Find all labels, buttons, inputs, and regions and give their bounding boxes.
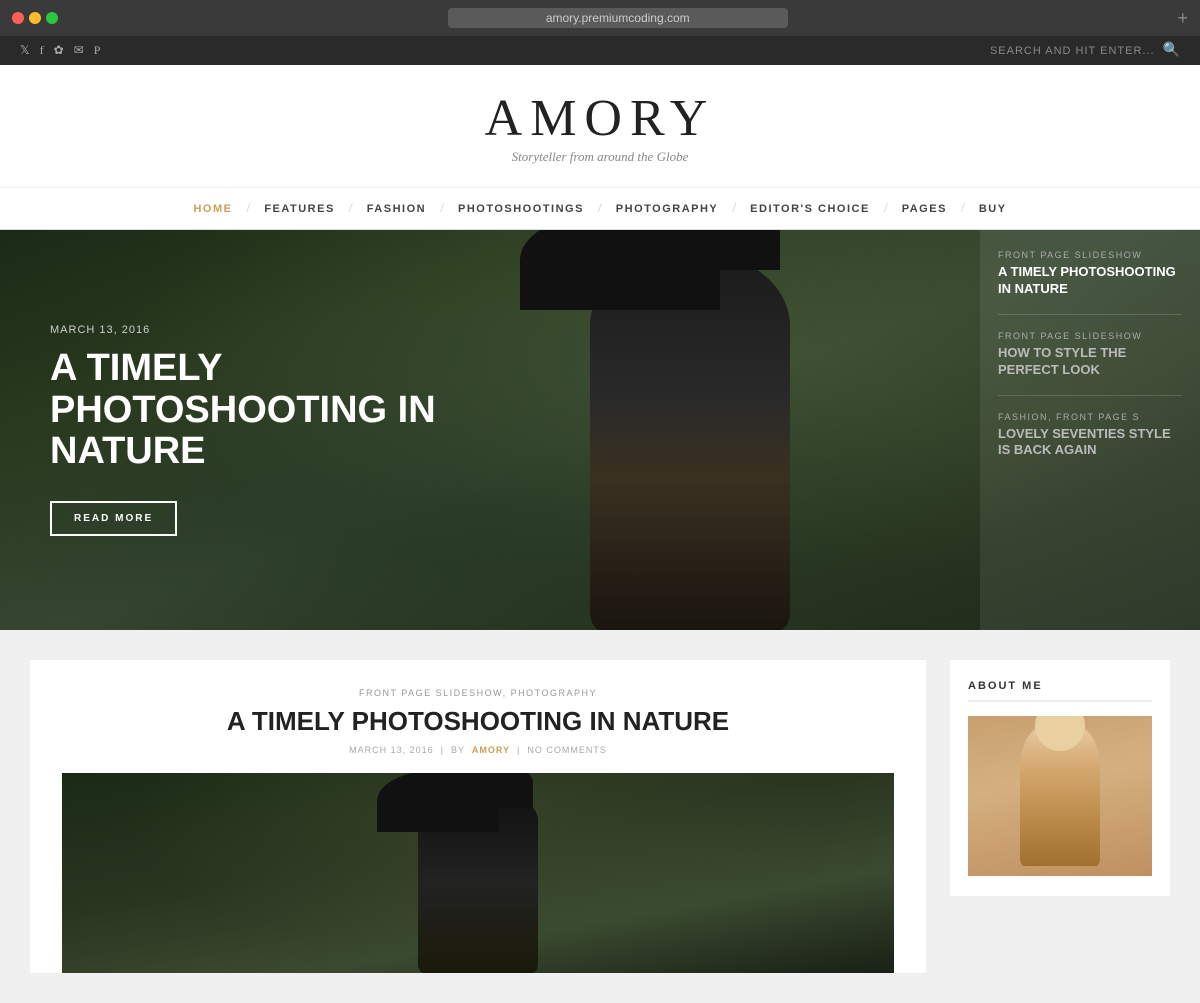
content-area: FRONT PAGE SLIDESHOW, PHOTOGRAPHY A TIME…	[0, 630, 1200, 1003]
sidebar-category-1: FRONT PAGE SLIDESHOW	[998, 250, 1182, 260]
sidebar-title-3: LOVELY SEVENTIES STYLE IS BACK AGAIN	[998, 426, 1182, 460]
nav-items: HOME / FEATURES / FASHION / PHOTOSHOOTIN…	[179, 201, 1020, 217]
sidebar-widget: ABOUT ME	[950, 660, 1170, 973]
rss-icon[interactable]: P	[94, 43, 101, 58]
twitter-icon[interactable]: 𝕏	[20, 43, 30, 58]
article-image-inner	[62, 773, 894, 973]
nav-item-fashion[interactable]: FASHION	[353, 203, 440, 215]
widget-image	[968, 716, 1152, 876]
blonde-silhouette	[1020, 726, 1100, 866]
search-bar-area: SEARCH AND HIT ENTER... 🔍	[990, 42, 1180, 59]
sidebar-entry-2[interactable]: FRONT PAGE SLIDESHOW HOW TO STYLE THE PE…	[998, 331, 1182, 379]
site-title: AMORY	[20, 93, 1180, 145]
article-comments: NO COMMENTS	[527, 745, 607, 755]
nav-item-photoshootings[interactable]: PHOTOSHOOTINGS	[444, 203, 598, 215]
read-more-button[interactable]: READ MORE	[50, 501, 177, 536]
main-nav: HOME / FEATURES / FASHION / PHOTOSHOOTIN…	[0, 188, 1200, 230]
article-meta: MARCH 13, 2016 | BY AMORY | NO COMMENTS	[62, 745, 894, 755]
sidebar-title-1: A TIMELY PHOTOSHOOTING IN NATURE	[998, 264, 1182, 298]
social-icons: 𝕏 f ✿ ✉ P	[20, 43, 100, 58]
new-tab-button[interactable]: +	[1177, 9, 1188, 27]
top-bar: 𝕏 f ✿ ✉ P SEARCH AND HIT ENTER... 🔍	[0, 36, 1200, 65]
dot-yellow[interactable]	[29, 12, 41, 24]
pinterest-icon[interactable]: ✿	[54, 43, 64, 58]
browser-right: +	[1177, 9, 1188, 27]
nav-item-home[interactable]: HOME	[179, 203, 246, 215]
about-widget: ABOUT ME	[950, 660, 1170, 896]
hero-sidebar: FRONT PAGE SLIDESHOW A TIMELY PHOTOSHOOT…	[980, 230, 1200, 630]
nav-item-buy[interactable]: BUY	[965, 203, 1021, 215]
hero-date: MARCH 13, 2016	[50, 324, 930, 336]
article-image	[62, 773, 894, 973]
address-bar	[66, 8, 1169, 28]
hero-section: MARCH 13, 2016 A TIMELY PHOTOSHOOTING IN…	[0, 230, 1200, 630]
browser-chrome: +	[0, 0, 1200, 36]
sidebar-divider-2	[998, 395, 1182, 396]
hero-content: MARCH 13, 2016 A TIMELY PHOTOSHOOTING IN…	[0, 230, 980, 630]
hero-title: A TIMELY PHOTOSHOOTING IN NATURE	[50, 348, 470, 473]
url-input[interactable]	[448, 8, 788, 28]
facebook-icon[interactable]: f	[40, 43, 44, 58]
nav-item-editors-choice[interactable]: EDITOR'S CHOICE	[736, 203, 884, 215]
article-card: FRONT PAGE SLIDESHOW, PHOTOGRAPHY A TIME…	[30, 660, 926, 973]
nav-item-features[interactable]: FEATURES	[250, 203, 348, 215]
search-placeholder-text: SEARCH AND HIT ENTER...	[990, 45, 1155, 57]
article-author-link[interactable]: AMORY	[472, 745, 510, 755]
sidebar-divider-1	[998, 314, 1182, 315]
article-by: BY	[451, 745, 465, 755]
email-icon[interactable]: ✉	[74, 43, 84, 58]
article-date: MARCH 13, 2016	[349, 745, 434, 755]
dot-green[interactable]	[46, 12, 58, 24]
site-subtitle: Storyteller from around the Globe	[20, 149, 1180, 165]
browser-dots	[12, 12, 58, 24]
sidebar-title-2: HOW TO STYLE THE PERFECT LOOK	[998, 345, 1182, 379]
dot-red[interactable]	[12, 12, 24, 24]
article-title[interactable]: A TIMELY PHOTOSHOOTING IN NATURE	[62, 706, 894, 737]
sidebar-category-3: FASHION, FRONT PAGE S	[998, 412, 1182, 422]
main-content: FRONT PAGE SLIDESHOW, PHOTOGRAPHY A TIME…	[30, 660, 926, 973]
widget-figure	[968, 716, 1152, 876]
sidebar-entry-3[interactable]: FASHION, FRONT PAGE S LOVELY SEVENTIES S…	[998, 412, 1182, 460]
nav-item-pages[interactable]: PAGES	[888, 203, 961, 215]
widget-title: ABOUT ME	[968, 680, 1152, 702]
mini-figure	[418, 793, 538, 973]
nav-item-photography[interactable]: PHOTOGRAPHY	[602, 203, 732, 215]
sidebar-entry-1[interactable]: FRONT PAGE SLIDESHOW A TIMELY PHOTOSHOOT…	[998, 250, 1182, 298]
search-icon[interactable]: 🔍	[1163, 42, 1180, 59]
sidebar-category-2: FRONT PAGE SLIDESHOW	[998, 331, 1182, 341]
site-header: AMORY Storyteller from around the Globe	[0, 65, 1200, 188]
article-category: FRONT PAGE SLIDESHOW, PHOTOGRAPHY	[62, 688, 894, 698]
